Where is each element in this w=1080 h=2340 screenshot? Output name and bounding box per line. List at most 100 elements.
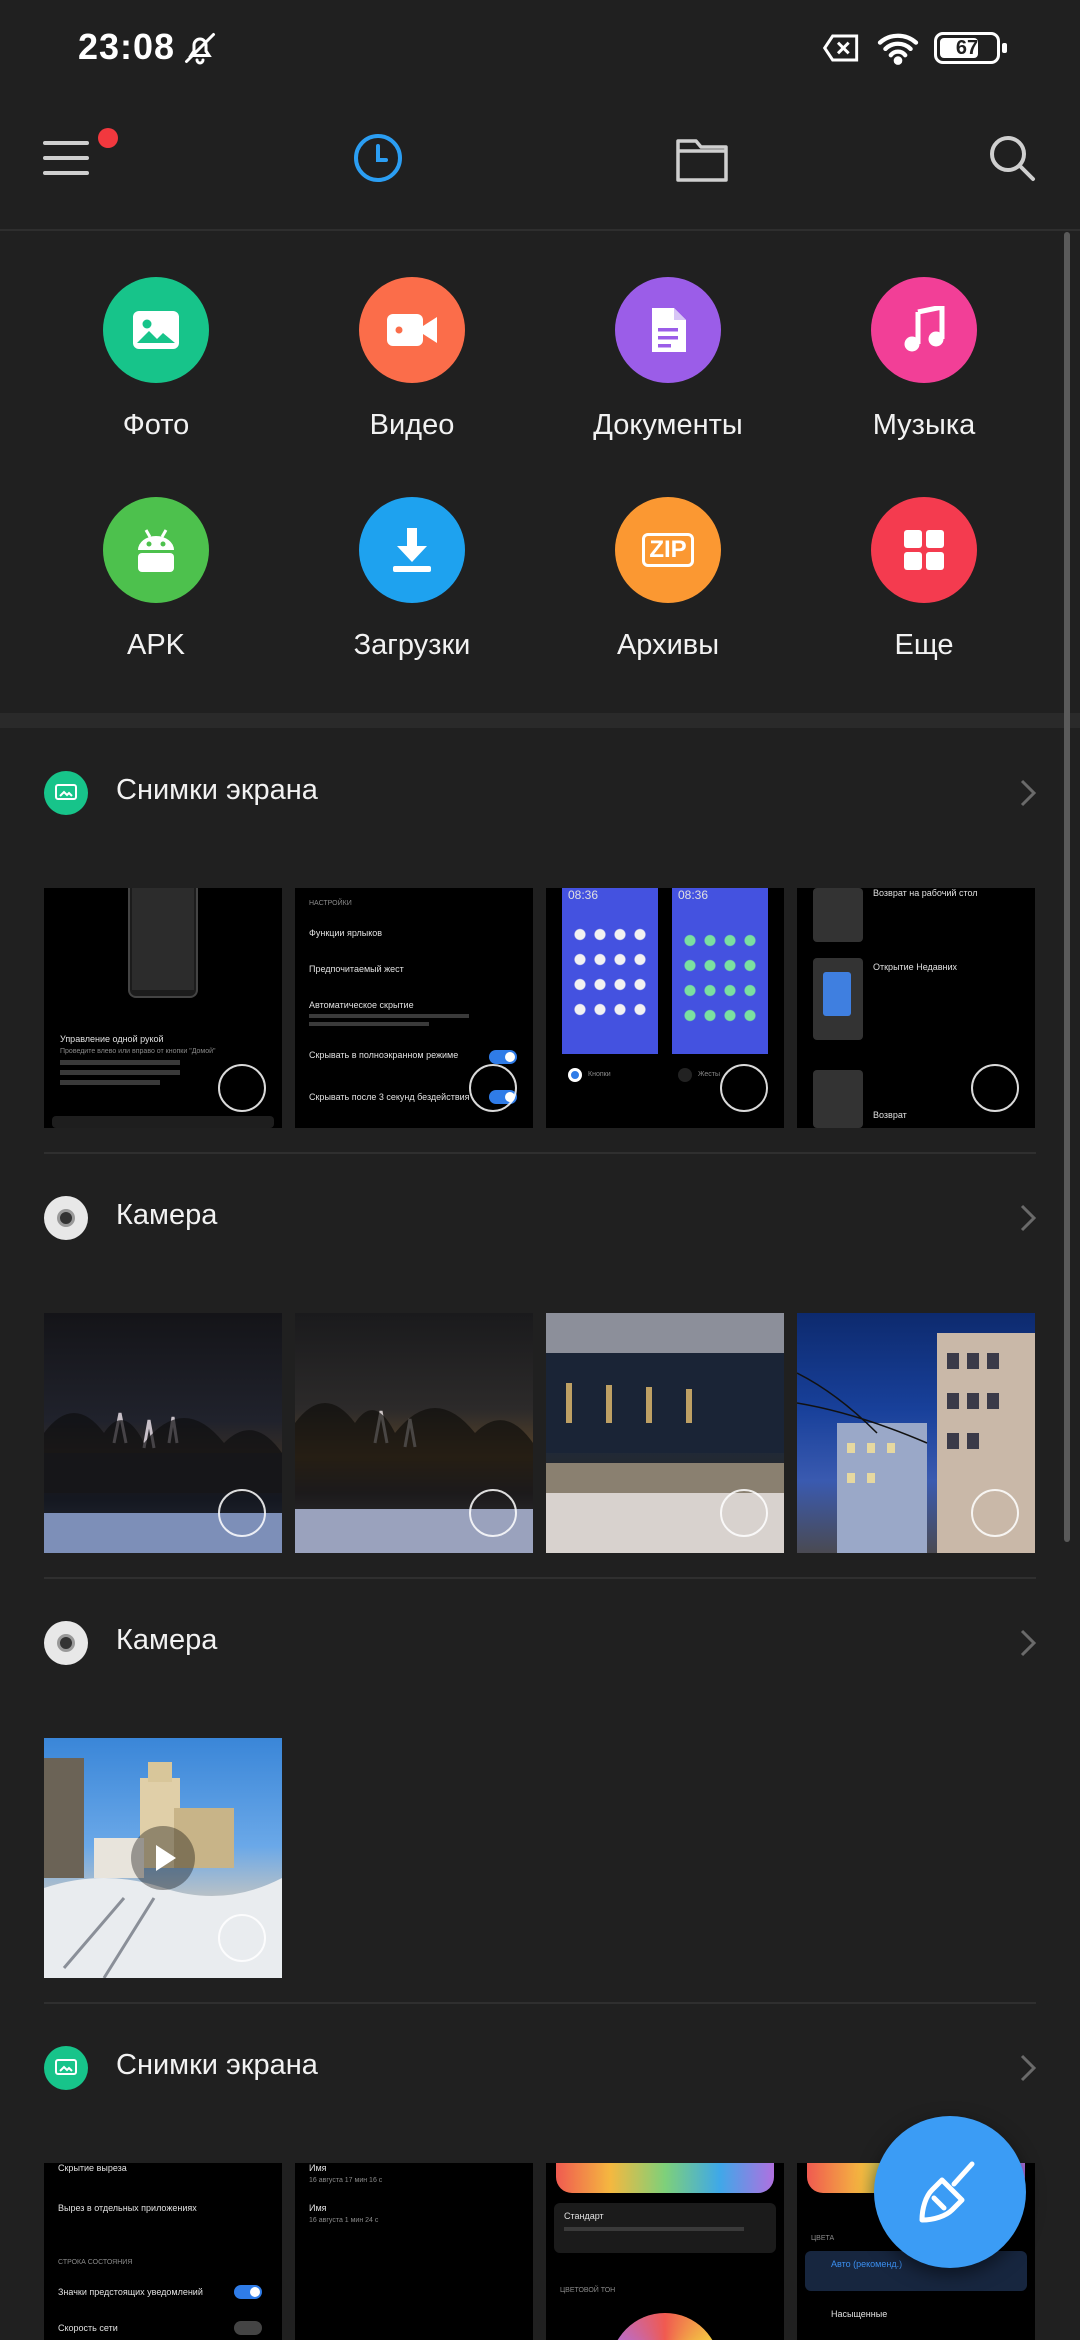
photo-thumbnail[interactable] bbox=[44, 1313, 282, 1553]
section-title: Камера bbox=[116, 1199, 218, 1231]
thumbnail-row: Управление одной рукой Проведите влево и… bbox=[44, 888, 1036, 1128]
select-checkbox[interactable] bbox=[469, 1489, 517, 1537]
mini-toggle bbox=[234, 2285, 262, 2299]
thumb-text: Жесты bbox=[698, 1071, 721, 1078]
thumbnail[interactable]: Управление одной рукой Проведите влево и… bbox=[44, 888, 282, 1128]
category-label: Фото bbox=[122, 409, 190, 441]
tab-files[interactable] bbox=[654, 110, 750, 206]
search-icon bbox=[990, 136, 1035, 181]
battery-icon: 67 bbox=[934, 32, 1007, 64]
thumb-text: Проведите влево или вправо от кнопки "До… bbox=[60, 1048, 216, 1055]
thumb-text: Скрывать в полноэкранном режиме bbox=[309, 1050, 459, 1060]
thumb-text: 16 августа 1 мин 24 с bbox=[309, 2217, 379, 2224]
clean-up-button[interactable] bbox=[874, 2116, 1026, 2268]
feed-section-camera: Камера bbox=[0, 1153, 1080, 1579]
category-photo[interactable]: Фото bbox=[28, 231, 284, 441]
document-icon bbox=[615, 277, 721, 383]
thumb-text: Насыщенные bbox=[831, 2309, 888, 2319]
photo-thumbnail[interactable] bbox=[295, 1313, 533, 1553]
thumb-text: Кнопки bbox=[588, 1071, 611, 1078]
category-music[interactable]: Музыка bbox=[796, 231, 1052, 441]
thumbnail[interactable]: Возврат на рабочий стол Открытие Недавни… bbox=[797, 888, 1035, 1128]
category-archives[interactable]: ZIP Архивы bbox=[540, 451, 796, 661]
feed-section-camera-video: Камера bbox=[0, 1578, 1080, 2004]
section-header[interactable]: Снимки экрана bbox=[0, 728, 1080, 858]
select-checkbox[interactable] bbox=[971, 1489, 1019, 1537]
thumb-text: Автоматическое скрытие bbox=[309, 1000, 414, 1010]
section-header[interactable]: Камера bbox=[0, 1153, 1080, 1283]
grid-icon bbox=[871, 497, 977, 603]
mini-toggle bbox=[489, 1050, 517, 1064]
thumbnail[interactable]: 08:36 08:36 Кнопки Жесты bbox=[546, 888, 784, 1128]
recent-clock-icon bbox=[354, 134, 402, 182]
category-label: APK bbox=[126, 629, 186, 661]
music-icon bbox=[871, 277, 977, 383]
photo-icon bbox=[103, 277, 209, 383]
thumbnail-row bbox=[44, 1738, 1036, 1978]
section-title: Снимки экрана bbox=[116, 774, 318, 806]
thumb-text: Возврат bbox=[873, 1110, 907, 1120]
video-thumbnail[interactable] bbox=[44, 1738, 282, 1978]
bell-off-icon bbox=[185, 33, 215, 65]
camera-icon bbox=[44, 1621, 88, 1665]
broom-clean-icon bbox=[919, 2161, 975, 2223]
thumb-text: ЦВЕТОВОЙ ТОН bbox=[560, 2287, 616, 2294]
thumb-text: Имя bbox=[309, 2163, 327, 2173]
select-checkbox[interactable] bbox=[218, 1064, 266, 1112]
section-title: Снимки экрана bbox=[116, 2049, 318, 2081]
tab-recent[interactable] bbox=[330, 110, 426, 206]
thumb-text: ЦВЕТА bbox=[811, 2235, 835, 2242]
section-header[interactable]: Камера bbox=[0, 1578, 1080, 1708]
category-downloads[interactable]: Загрузки bbox=[284, 451, 540, 661]
thumb-text: 08:36 bbox=[678, 888, 709, 902]
chevron-right-icon bbox=[1020, 1629, 1037, 1657]
scrollbar[interactable] bbox=[1064, 232, 1070, 1542]
menu-icon bbox=[43, 141, 89, 175]
screenshot-icon bbox=[44, 771, 88, 815]
mini-toggle-off bbox=[234, 2321, 262, 2335]
feed-section-screenshots: Снимки экрана Управление одной рукой Про… bbox=[0, 728, 1080, 1154]
category-documents[interactable]: Документы bbox=[540, 231, 796, 441]
section-header[interactable]: Снимки экрана bbox=[0, 2003, 1080, 2133]
select-checkbox[interactable] bbox=[720, 1489, 768, 1537]
camera-icon bbox=[44, 1196, 88, 1240]
battery-level: 67 bbox=[955, 37, 979, 59]
thumb-text: Предпочитаемый жест bbox=[309, 964, 404, 974]
category-label: Загрузки bbox=[353, 629, 471, 661]
category-grid: Фото Видео Документы Музыка APK Загрузки… bbox=[0, 231, 1080, 713]
menu-button[interactable] bbox=[18, 110, 118, 206]
thumb-text: Скорость сети bbox=[58, 2323, 118, 2333]
status-time: 23:08 bbox=[78, 26, 176, 67]
category-apk[interactable]: APK bbox=[28, 451, 284, 661]
photo-thumbnail[interactable] bbox=[797, 1313, 1035, 1553]
select-checkbox[interactable] bbox=[720, 1064, 768, 1112]
folder-icon bbox=[676, 139, 728, 182]
category-more[interactable]: Еще bbox=[796, 451, 1052, 661]
video-icon bbox=[359, 277, 465, 383]
chevron-right-icon bbox=[1020, 779, 1037, 807]
wifi-icon bbox=[877, 33, 919, 65]
thumb-text: НАСТРОЙКИ bbox=[309, 900, 352, 907]
select-checkbox[interactable] bbox=[971, 1064, 1019, 1112]
category-label: Еще bbox=[894, 629, 954, 661]
photo-thumbnail[interactable] bbox=[546, 1313, 784, 1553]
select-checkbox[interactable] bbox=[469, 1064, 517, 1112]
thumbnail[interactable]: Скрытие выреза Вырез в отдельных приложе… bbox=[44, 2163, 282, 2340]
top-toolbar bbox=[0, 96, 1080, 230]
category-separator bbox=[0, 713, 1080, 728]
thumbnail[interactable]: Стандарт ЦВЕТОВОЙ ТОН bbox=[546, 2163, 784, 2340]
select-checkbox[interactable] bbox=[218, 1489, 266, 1537]
thumb-text: Имя bbox=[309, 2203, 327, 2213]
play-icon[interactable] bbox=[131, 1826, 195, 1890]
thumbnail[interactable]: НАСТРОЙКИ Функции ярлыков Предпочитаемый… bbox=[295, 888, 533, 1128]
thumb-text: Вырез в отдельных приложениях bbox=[58, 2203, 197, 2213]
thumbnail[interactable]: Имя 16 августа 17 мин 16 с Имя 16 август… bbox=[295, 2163, 533, 2340]
category-video[interactable]: Видео bbox=[284, 231, 540, 441]
search-button[interactable] bbox=[964, 110, 1060, 206]
android-icon bbox=[103, 497, 209, 603]
thumb-text: СТРОКА СОСТОЯНИЯ bbox=[58, 2259, 133, 2266]
thumb-text: 16 августа 17 мин 16 с bbox=[309, 2177, 383, 2184]
zip-icon: ZIP bbox=[615, 497, 721, 603]
select-checkbox[interactable] bbox=[218, 1914, 266, 1962]
category-label: Музыка bbox=[872, 409, 976, 441]
